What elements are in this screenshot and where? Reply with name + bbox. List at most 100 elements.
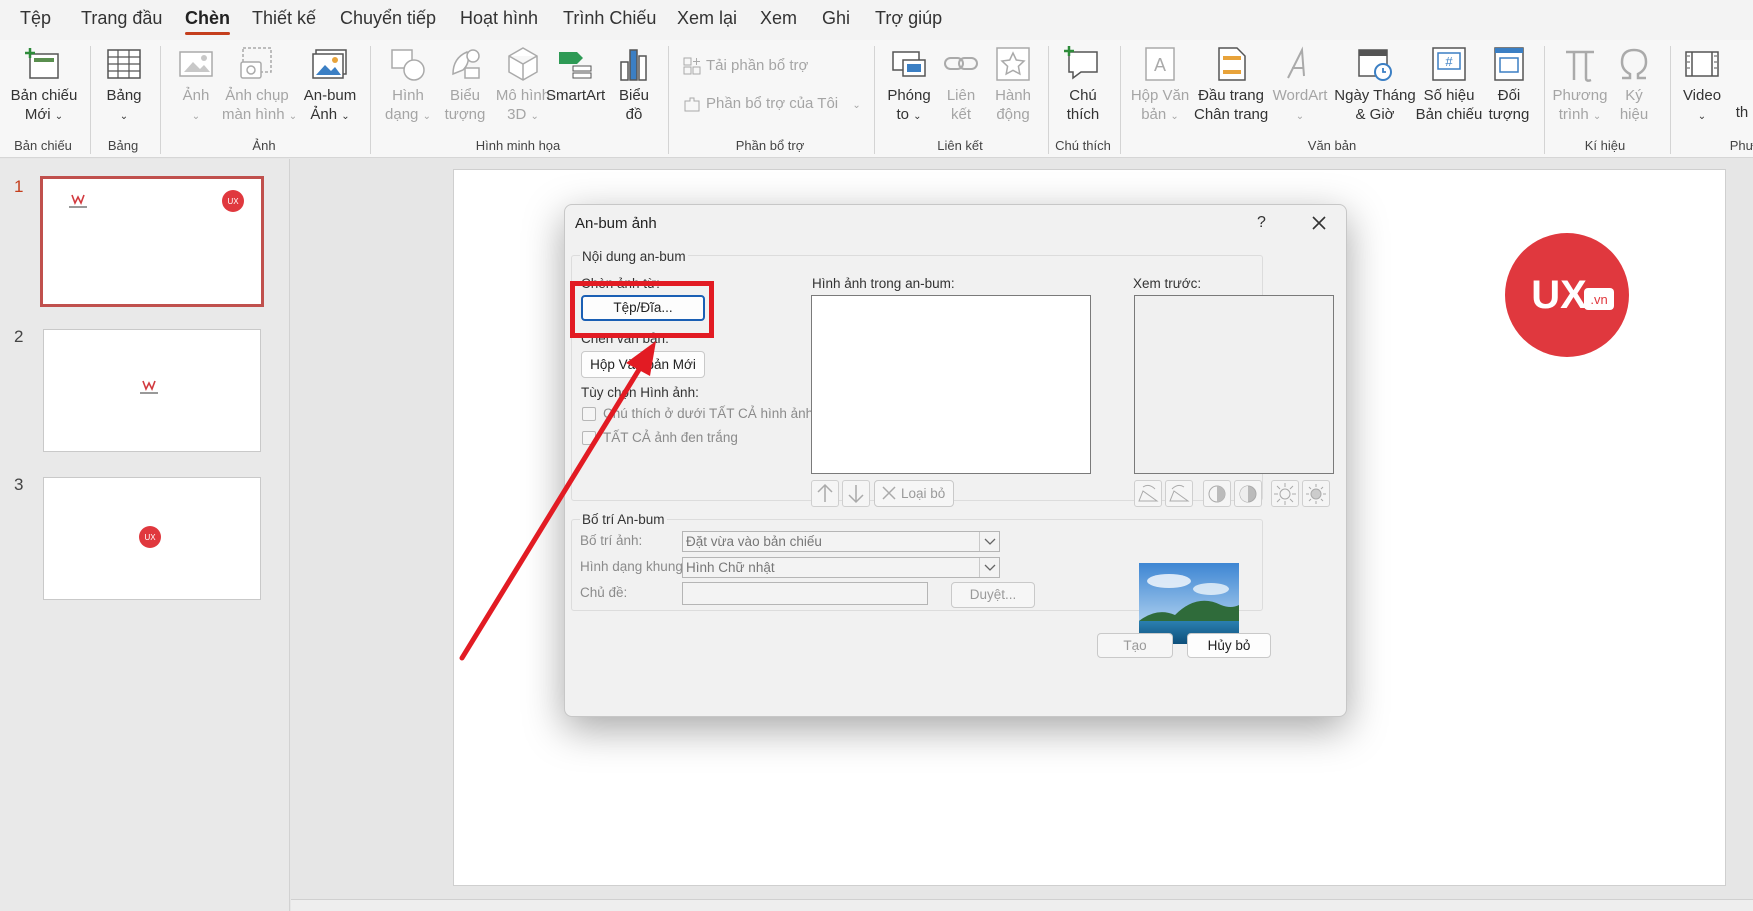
preview-label: Xem trước: [1133, 276, 1202, 291]
textbox-button[interactable]: A Hộp Văn bản ⌄ [1128, 44, 1192, 126]
dialog-title: An-bum ảnh [575, 215, 657, 232]
picture-options-label: Tùy chọn Hình ảnh: [581, 385, 699, 400]
zoom-button[interactable]: Phóng to ⌄ [884, 44, 934, 126]
chevron-down-icon: ⌄ [288, 111, 298, 122]
calendar-clock-icon [1355, 44, 1395, 84]
wordart-icon [1280, 44, 1320, 84]
header-footer-button[interactable]: Đầu trang Chân trang [1194, 44, 1268, 124]
caption-below-checkbox[interactable] [582, 407, 596, 421]
header-footer-icon [1211, 44, 1251, 84]
cancel-button[interactable]: Hủy bỏ [1187, 633, 1271, 658]
chart-button[interactable]: Biểu đồ [612, 44, 656, 124]
rotate-right-button[interactable] [1165, 480, 1193, 507]
picture-icon [176, 44, 216, 84]
thumbnail-number: 2 [14, 327, 24, 346]
menu-transitions[interactable]: Chuyển tiếp [340, 8, 436, 29]
group-label-media: Phư [1729, 138, 1753, 153]
get-addins-button[interactable]: Tải phần bổ trợ [682, 56, 808, 76]
my-addins-icon [682, 94, 702, 114]
caption-below-label: Chú thích ở dưới TẤT CẢ hình ảnh [603, 406, 814, 421]
brightness-down-button[interactable] [1302, 480, 1330, 507]
pictures-in-album-list[interactable] [811, 295, 1091, 474]
picture-layout-label: Bố trí ảnh: [580, 533, 643, 548]
menu-animations[interactable]: Hoạt hình [460, 8, 538, 29]
menu-design[interactable]: Thiết kế [252, 8, 316, 29]
wordart-button[interactable]: WordArt ⌄ [1270, 44, 1330, 126]
svg-text:UX: UX [1531, 273, 1587, 317]
rotate-left-button[interactable] [1134, 480, 1162, 507]
star-icon [993, 44, 1033, 84]
table-icon [104, 44, 144, 84]
create-button[interactable]: Tạo [1097, 633, 1173, 658]
help-button[interactable]: ? [1257, 214, 1266, 232]
slide-thumbnail-2-content [140, 380, 158, 394]
group-label-addins: Phần bổ trợ [735, 138, 805, 153]
theme-input[interactable] [682, 582, 928, 605]
rotate-right-icon [1169, 484, 1190, 502]
svg-text:UX: UX [227, 197, 239, 206]
link-icon [941, 44, 981, 84]
menu-record[interactable]: Ghi [822, 8, 850, 29]
photo-album-icon [310, 44, 350, 84]
menu-home[interactable]: Trang đầu [81, 8, 162, 29]
menu-insert[interactable]: Chèn [185, 8, 230, 35]
date-time-button[interactable]: Ngày Tháng & Giờ [1332, 44, 1418, 124]
frame-shape-select[interactable]: Hình Chữ nhật [682, 557, 1000, 578]
layout-preview-landscape-image [1139, 563, 1239, 644]
move-up-button[interactable] [811, 480, 839, 507]
object-icon [1489, 44, 1529, 84]
shapes-icon [388, 44, 428, 84]
equation-button[interactable]: Phương trình ⌄ [1552, 44, 1608, 126]
frame-shape-label: Hình dạng khung: [580, 559, 687, 574]
chevron-down-icon: ⌄ [422, 111, 431, 122]
new-textbox-button[interactable]: Hộp Văn bản Mới [581, 351, 705, 378]
my-addins-button[interactable]: Phần bổ trợ của Tôi ⌄ [682, 94, 861, 114]
table-button[interactable]: Bảng ⌄ [98, 44, 150, 126]
contrast-down-button[interactable] [1234, 480, 1262, 507]
close-icon[interactable] [1307, 211, 1331, 235]
remove-button[interactable]: Loại bỏ [874, 480, 954, 507]
slide-number-button[interactable]: # Số hiệu Bản chiếu [1414, 44, 1484, 124]
thumbnail-number: 1 [14, 177, 24, 196]
chevron-down-icon: ⌄ [913, 111, 922, 122]
brightness-up-button[interactable] [1271, 480, 1299, 507]
highlight-box-annotation [570, 281, 714, 338]
preview-pane [1134, 295, 1334, 474]
menu-view[interactable]: Xem [760, 8, 797, 29]
pictures-in-album-label: Hình ảnh trong an-bum: [812, 276, 955, 291]
comment-button[interactable]: Chú thích [1058, 44, 1108, 124]
object-button[interactable]: Đối tượng [1486, 44, 1532, 124]
contrast-up-button[interactable] [1203, 480, 1231, 507]
menu-file[interactable]: Tệp [20, 8, 51, 29]
cube-icon [503, 44, 543, 84]
shapes-button[interactable]: Hình dạng ⌄ [380, 44, 436, 126]
action-button[interactable]: Hành động [988, 44, 1038, 124]
symbol-button[interactable]: Ký hiệu [1612, 44, 1656, 124]
picture-button[interactable]: Ảnh ⌄ [170, 44, 222, 126]
chevron-down-icon [979, 558, 999, 577]
new-slide-button[interactable]: Bản chiếu Mới ⌄ [8, 44, 80, 126]
photo-album-button[interactable]: An-bum Ảnh ⌄ [298, 44, 362, 126]
audio-button-cut[interactable]: th [1732, 103, 1752, 122]
menu-help[interactable]: Trợ giúp [875, 8, 942, 29]
picture-layout-select[interactable]: Đặt vừa vào bản chiếu [682, 531, 1000, 552]
black-white-checkbox[interactable] [582, 431, 596, 445]
zoom-icon [889, 44, 929, 84]
textbox-icon: A [1140, 44, 1180, 84]
move-down-button[interactable] [842, 480, 870, 507]
browse-button[interactable]: Duyệt... [951, 582, 1035, 608]
icons-button[interactable]: Biểu tượng [436, 44, 494, 124]
smartart-button[interactable]: SmartArt [546, 44, 605, 105]
screenshot-button[interactable]: Ảnh chụp màn hình ⌄ [222, 44, 297, 126]
link-button[interactable]: Liên kết [938, 44, 984, 124]
group-label-illustrations: Hình minh họa [475, 138, 561, 153]
slide-thumbnail-3[interactable]: UX [43, 477, 261, 600]
menu-slideshow[interactable]: Trình Chiếu [563, 8, 656, 29]
video-button[interactable]: Video ⌄ [1678, 44, 1726, 126]
group-label-text: Văn bản [1307, 138, 1357, 153]
slide-thumbnail-1[interactable]: UX [40, 176, 264, 307]
rotate-left-icon [1138, 484, 1159, 502]
video-film-icon [1682, 44, 1722, 84]
menu-review[interactable]: Xem lại [677, 8, 737, 29]
slide-thumbnail-2[interactable] [43, 329, 261, 452]
